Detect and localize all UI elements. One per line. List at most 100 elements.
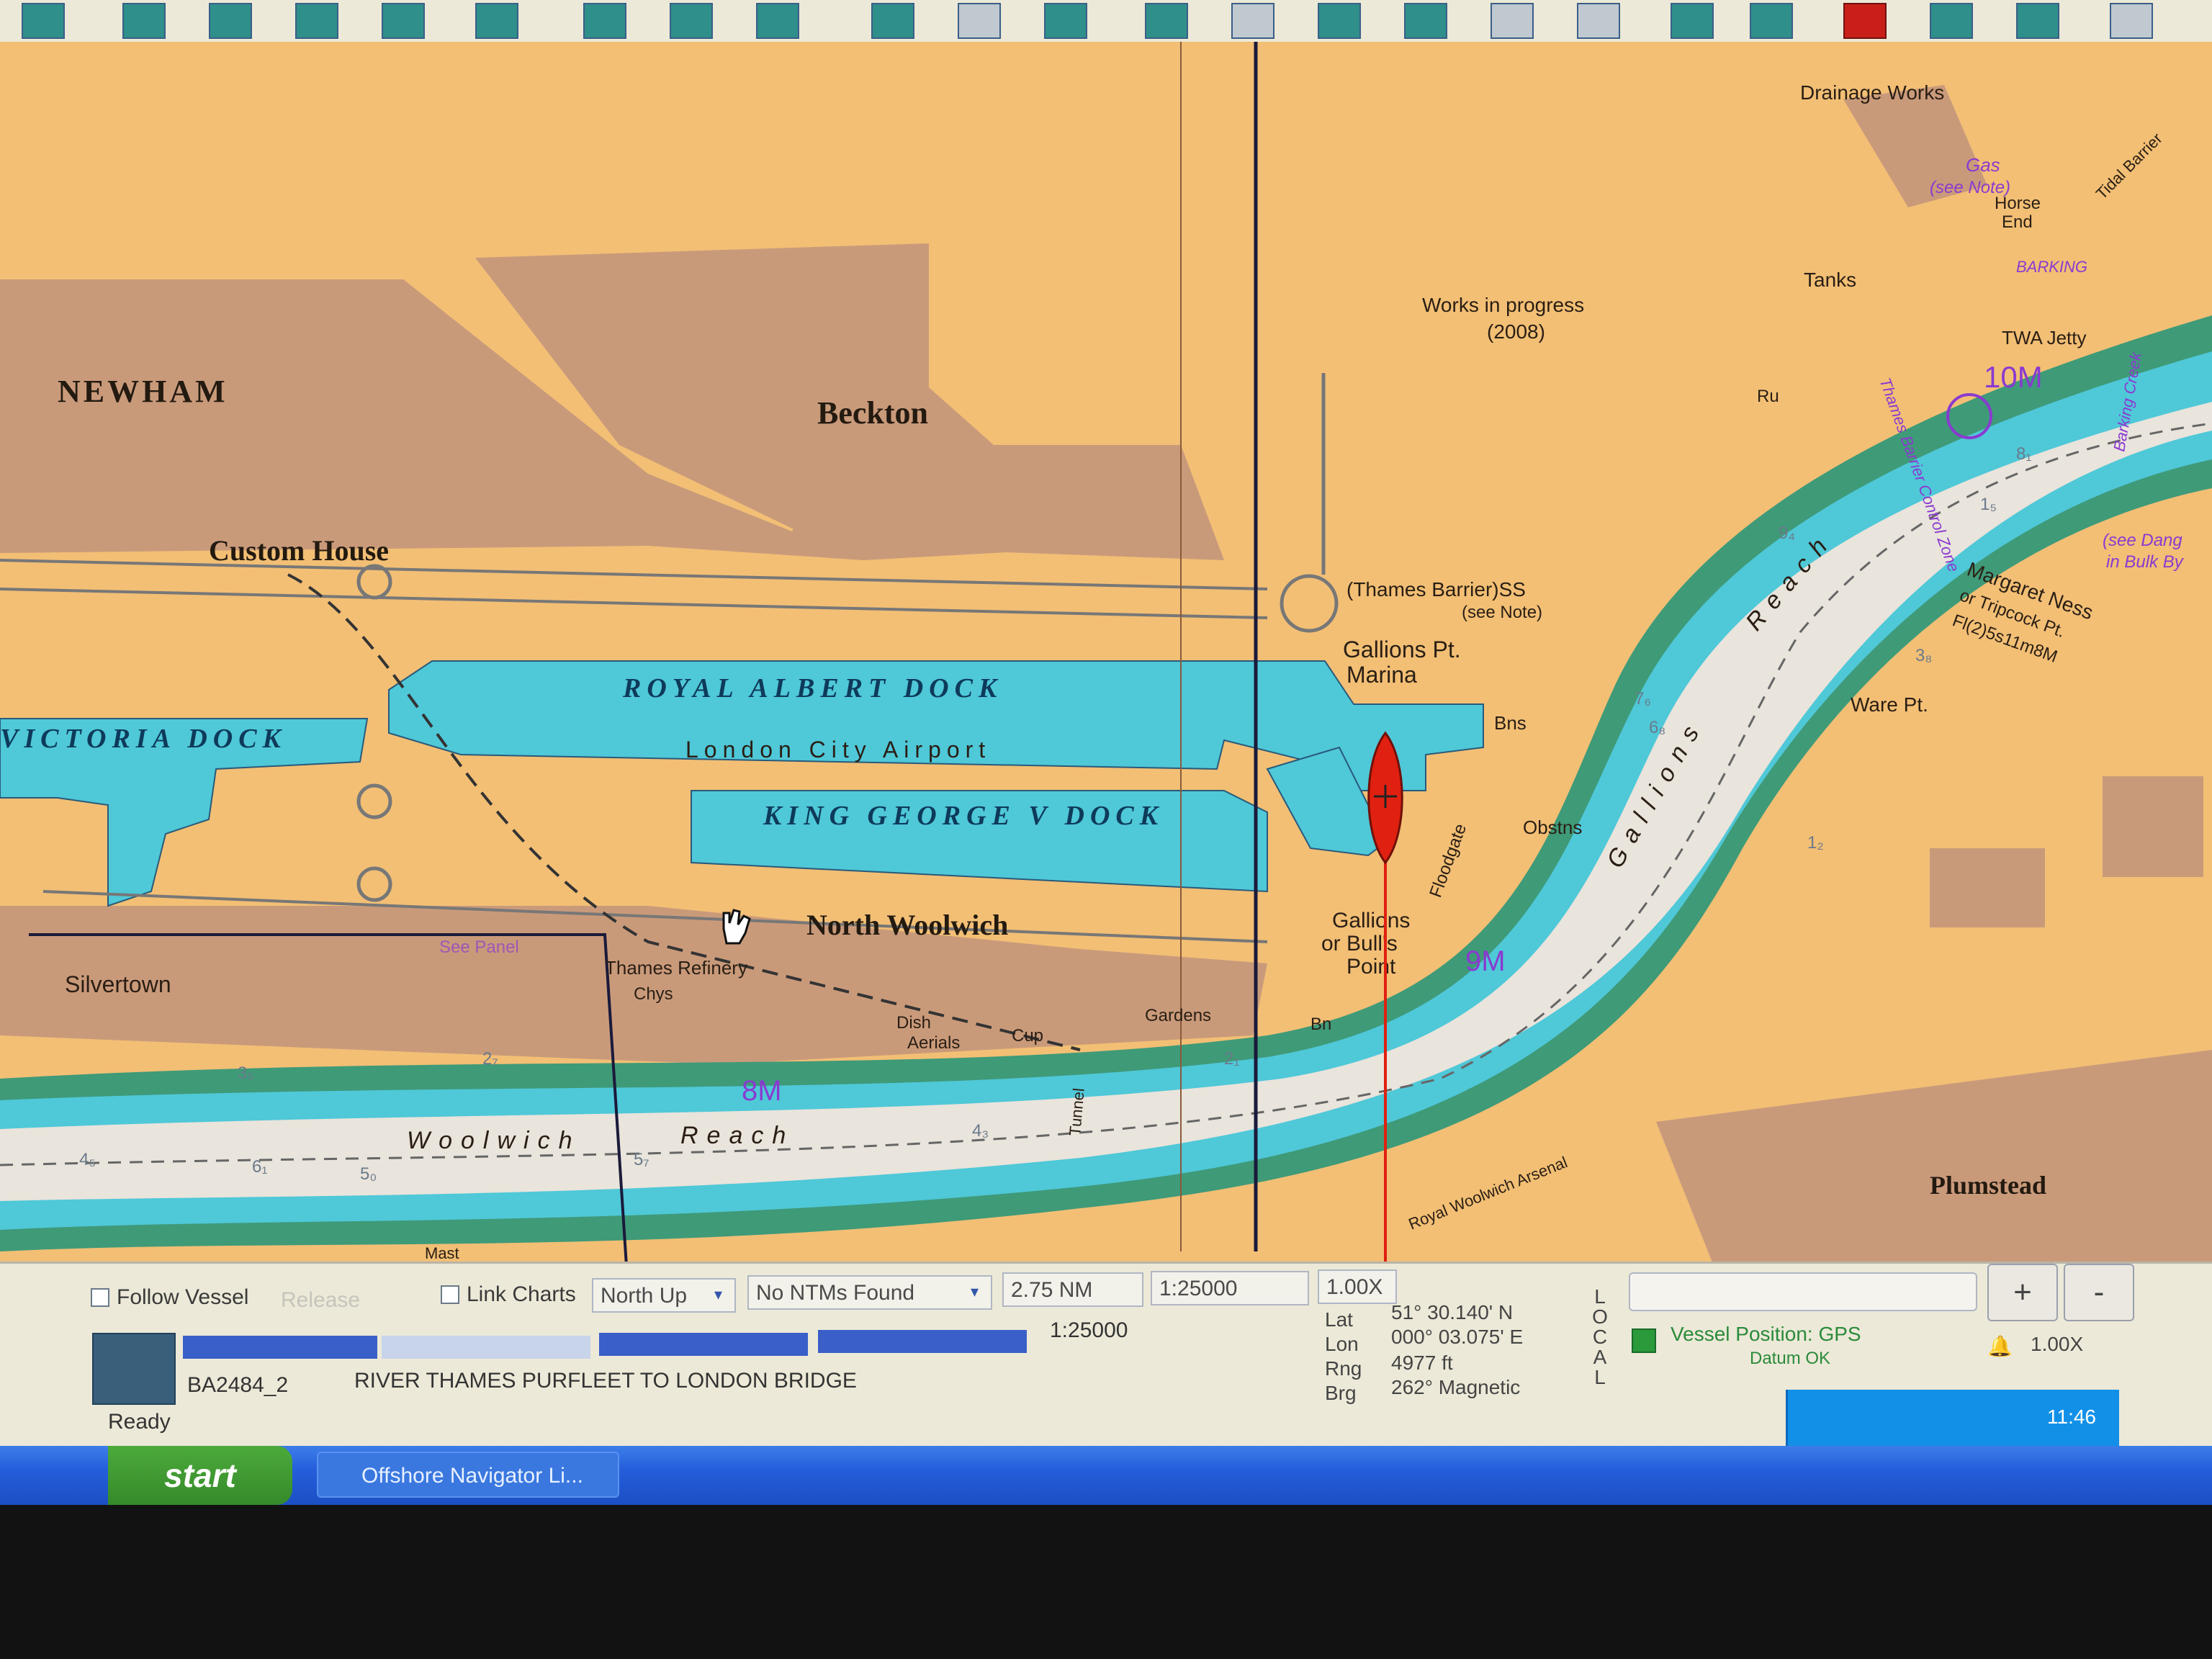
scale-readout: 1:25000: [1050, 1318, 1128, 1342]
tile-vertical-icon: [670, 3, 713, 39]
sounding: 2₇: [482, 1049, 498, 1069]
zoom-out-icon: [1750, 3, 1793, 39]
range-field[interactable]: 2.75 NM: [1002, 1272, 1143, 1307]
label-chimneys: Chys: [634, 984, 673, 1004]
label-works-progress: Works in progress: [1422, 294, 1584, 316]
label-horse-end: Horse: [1995, 194, 2041, 213]
monitor-bezel: [0, 1505, 2212, 1659]
brg-value: 262° Magnetic: [1391, 1376, 1521, 1398]
chevron-down-icon[interactable]: ▾: [971, 1284, 986, 1300]
mark-9m: 9M: [1465, 945, 1506, 977]
orientation-select[interactable]: North Up ▾: [592, 1278, 736, 1313]
label-gallions-marina: Gallions Pt.: [1343, 637, 1461, 662]
application-window: LOCATECHARTLISTMAXDETAILSCALE INSCALE OU…: [0, 0, 2212, 1505]
label-barking: BARKING: [2016, 258, 2087, 276]
label-cupola: Cup: [1012, 1026, 1043, 1046]
datum-status: Datum OK: [1750, 1349, 1831, 1368]
checkbox-box[interactable]: [441, 1285, 459, 1304]
rng-value: 4977 ft: [1391, 1352, 1453, 1374]
chart-title: RIVER THAMES PURFLEET TO LONDON BRIDGE: [354, 1369, 857, 1393]
line-shape-icon: [1577, 3, 1620, 39]
zoom-readout: 1.00X: [2031, 1333, 2084, 1355]
chevron-down-icon[interactable]: ▾: [714, 1287, 730, 1303]
sounding: 4₅: [79, 1150, 96, 1169]
sounding: 8₁: [2016, 444, 2031, 464]
link-charts-checkbox[interactable]: Link Charts: [441, 1282, 576, 1307]
ntm-select[interactable]: No NTMs Found ▾: [747, 1275, 992, 1310]
lon-label: Lon: [1325, 1333, 1359, 1355]
auto-icon: [2110, 3, 2153, 39]
sounding: 1₂: [1807, 833, 1824, 853]
label-victoria-dock: VICTORIA DOCK: [0, 724, 287, 754]
label-dish-aerials: Dish: [896, 1013, 931, 1033]
label-silvertown: Silvertown: [65, 971, 171, 997]
sounding: 1₅: [1980, 495, 1997, 514]
follow-vessel-checkbox[interactable]: Follow Vessel: [91, 1285, 248, 1310]
label-gas: Gas: [1966, 154, 2000, 176]
label-royal-albert-dock: ROYAL ALBERT DOCK: [622, 673, 1002, 703]
brg-label: Brg: [1325, 1382, 1357, 1404]
label-bn: Bn: [1310, 1015, 1331, 1034]
zoom-out-button[interactable]: -: [2064, 1264, 2134, 1321]
label-ware-point: Ware Pt.: [1851, 693, 1928, 716]
label-custom-house: Custom House: [209, 534, 389, 567]
mark-icon: [1145, 3, 1188, 39]
maptech-logo: [92, 1333, 176, 1405]
lat-value: 51° 30.140' N: [1391, 1301, 1514, 1323]
sounding: 3₅: [238, 1064, 254, 1083]
rng-label: Rng: [1325, 1357, 1362, 1380]
label-beacons: Bns: [1494, 712, 1527, 734]
zoom-field[interactable]: 1.00X: [1318, 1269, 1397, 1304]
status-text: Ready: [108, 1410, 171, 1434]
label-see-danger: (see Dang: [2103, 531, 2182, 550]
nautical-chart[interactable]: NEWHAM Beckton Custom House Silvertown N…: [0, 42, 2212, 1266]
sounding: 9₄: [1779, 523, 1795, 543]
sounding: 5₇: [634, 1150, 649, 1169]
system-tray: 11:46: [1786, 1390, 2119, 1446]
label-newham: NEWHAM: [58, 374, 228, 409]
label-horse-end-2: End: [2002, 212, 2033, 232]
label-gallions-point-3: Point: [1346, 955, 1396, 979]
bell-icon[interactable]: 🔔: [1987, 1334, 2013, 1358]
mark-8m: 8M: [742, 1075, 782, 1107]
chart-id: BA2484_2: [187, 1373, 289, 1397]
label-north-woolwich: North Woolwich: [806, 909, 1008, 941]
label-mast: Mast: [425, 1244, 459, 1262]
position-mark-icon: [1231, 3, 1274, 39]
tile-horizontal-icon: [756, 3, 799, 39]
label-london-city-airport: London City Airport: [685, 737, 991, 763]
drag-pan-icon: [871, 3, 914, 39]
zoom-in-button[interactable]: +: [1987, 1264, 2058, 1321]
progress-segment: [183, 1336, 377, 1359]
sounding: 5₀: [360, 1164, 377, 1184]
vessel-position-source: Vessel Position: GPS: [1671, 1323, 1861, 1345]
label-beckton: Beckton: [817, 395, 928, 431]
sounding: 2₁: [1224, 1049, 1239, 1069]
zoom-in-icon: [1671, 3, 1714, 39]
clock: 11:46: [2047, 1406, 2096, 1428]
print-icon: [475, 3, 518, 39]
label-see-panel: See Panel: [439, 938, 519, 957]
lon-value: 000° 03.075' E: [1391, 1326, 1524, 1348]
create-goto-icon: [958, 3, 1001, 39]
label-thames-barrier: (Thames Barrier)SS: [1346, 578, 1526, 601]
urban-block: [1930, 848, 2045, 927]
label-gallions-marina-2: Marina: [1346, 662, 1417, 688]
cascade-icon: [583, 3, 626, 39]
maptech-logo: [1843, 3, 1887, 39]
scale-out-icon: [382, 3, 425, 39]
lat-label: Lat: [1325, 1308, 1353, 1331]
max-detail-icon: [209, 3, 252, 39]
scale-field[interactable]: 1:25000: [1151, 1271, 1309, 1305]
label-gallions-point: Gallions: [1332, 909, 1410, 932]
label-see-note: (see Note): [1462, 603, 1542, 622]
progress-segment: [382, 1336, 590, 1359]
checkbox-box[interactable]: [91, 1288, 109, 1307]
start-button[interactable]: start: [108, 1446, 292, 1505]
locate-icon: [22, 3, 65, 39]
sounding: 6₁: [252, 1157, 267, 1177]
taskbar-app-offshore-navigator[interactable]: Offshore Navigator Li...: [317, 1452, 619, 1498]
label-tanks: Tanks: [1804, 269, 1856, 291]
sounding: 7₆: [1635, 689, 1651, 709]
release-button[interactable]: Release: [281, 1288, 360, 1313]
